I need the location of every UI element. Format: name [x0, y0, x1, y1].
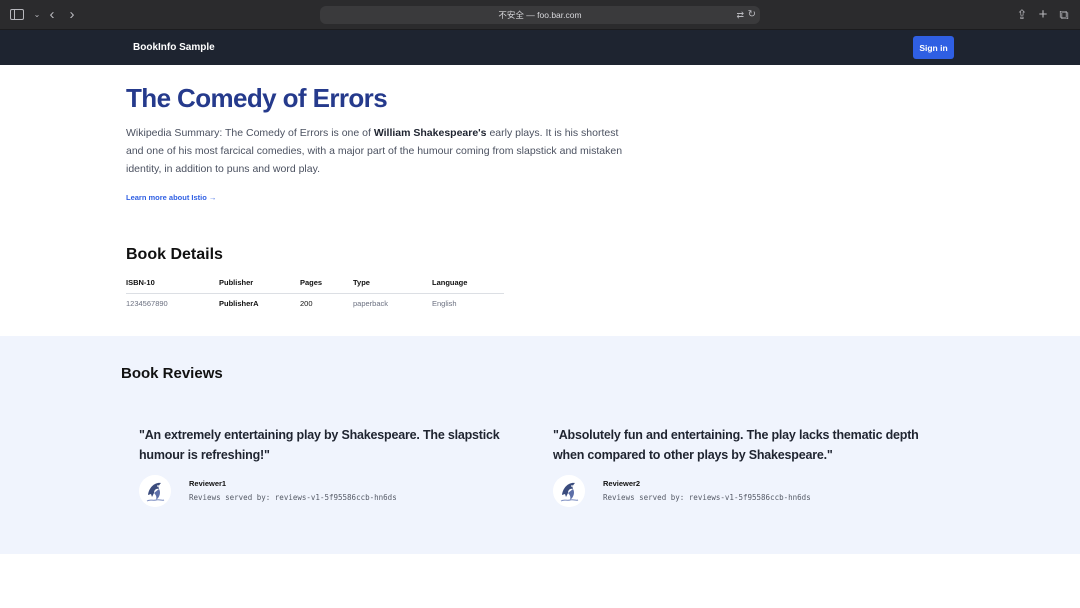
reviewer-name: Reviewer2 — [603, 479, 641, 488]
book-details-heading: Book Details — [126, 246, 223, 263]
browser-toolbar: ⌄ ‹ › 不安全 — foo.bar.com ⇄ ↻ ⇪ + ⧉ — [0, 0, 1080, 30]
book-reviews-section: Book Reviews "An extremely entertaining … — [0, 336, 1080, 554]
dolphin-icon — [553, 475, 585, 507]
brand-title[interactable]: BookInfo Sample — [133, 41, 215, 54]
reviewer-avatar — [553, 475, 585, 507]
publisher-cell: PublisherA — [219, 298, 259, 308]
learn-more-link[interactable]: Learn more about Istio → — [126, 193, 216, 203]
served-by-text: Reviews served by: reviews-v1-5f95586ccb… — [603, 493, 811, 502]
column-header: Pages — [300, 272, 353, 294]
summary-prefix: Wikipedia Summary: The Comedy of Errors … — [126, 127, 374, 139]
column-header: Type — [353, 272, 432, 294]
pages-cell: 200 — [300, 298, 313, 308]
reviewer-name: Reviewer1 — [189, 479, 227, 488]
wikipedia-summary: Wikipedia Summary: The Comedy of Errors … — [126, 124, 636, 178]
back-icon[interactable]: ‹ — [44, 7, 60, 23]
tab-overview-icon[interactable]: ⧉ — [1056, 7, 1072, 23]
table-row: 1234567890 PublisherA 200 paperback Engl… — [126, 293, 504, 313]
book-reviews-heading: Book Reviews — [121, 365, 223, 382]
sidebar-toggle-icon[interactable] — [10, 9, 24, 20]
isbn-cell: 1234567890 — [126, 298, 168, 308]
translate-icon[interactable]: ⇄ — [736, 8, 744, 22]
summary-author: William Shakespeare's — [373, 127, 487, 139]
url-text: 不安全 — foo.bar.com — [498, 10, 582, 20]
dolphin-icon — [139, 475, 171, 507]
sign-in-button[interactable]: Sign in — [913, 36, 954, 59]
new-tab-icon[interactable]: + — [1035, 7, 1051, 23]
column-header: Publisher — [219, 272, 300, 294]
column-header: Language — [432, 272, 504, 294]
chevron-down-icon[interactable]: ⌄ — [29, 7, 45, 23]
served-by-text: Reviews served by: reviews-v1-5f95586ccb… — [189, 493, 397, 502]
review-card: "Absolutely fun and entertaining. The pl… — [553, 425, 933, 507]
column-header: ISBN-10 — [126, 272, 219, 294]
type-cell: paperback — [353, 298, 389, 308]
table-header-row: ISBN-10 Publisher Pages Type Language — [126, 272, 504, 294]
reviewer-avatar — [139, 475, 171, 507]
reload-icon[interactable]: ↻ — [748, 8, 756, 22]
forward-icon[interactable]: › — [64, 7, 80, 23]
review-quote: "Absolutely fun and entertaining. The pl… — [553, 428, 919, 462]
review-card: "An extremely entertaining play by Shake… — [139, 425, 519, 507]
address-bar[interactable]: 不安全 — foo.bar.com ⇄ ↻ — [320, 6, 760, 24]
book-details-table: ISBN-10 Publisher Pages Type Language 12… — [126, 272, 504, 313]
page-title: The Comedy of Errors — [126, 83, 388, 113]
share-icon[interactable]: ⇪ — [1014, 7, 1030, 23]
app-navbar: BookInfo Sample Sign in — [0, 30, 1080, 65]
language-cell: English — [432, 298, 457, 308]
review-quote: "An extremely entertaining play by Shake… — [139, 428, 500, 462]
